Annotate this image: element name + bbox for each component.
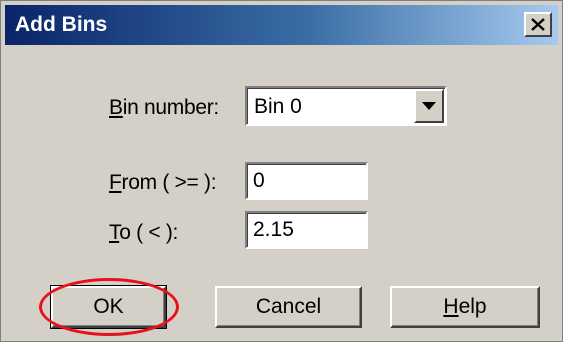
bin-number-value: Bin 0 [254, 95, 302, 118]
help-accel: H [443, 295, 459, 318]
dialog-title: Add Bins [15, 13, 108, 36]
help-button[interactable]: Help [390, 286, 540, 328]
bin-number-dropdown-button[interactable] [414, 89, 444, 123]
bin-number-select[interactable]: Bin 0 [245, 86, 447, 126]
dropdown-arrow-icon [422, 102, 436, 110]
bin-number-label-text: in number: [122, 96, 220, 119]
to-input[interactable]: 2.15 [245, 211, 368, 249]
help-label-text: elp [458, 295, 487, 318]
ok-highlight-annotation [39, 278, 179, 336]
bin-number-accel: B [109, 96, 123, 119]
close-icon [531, 18, 545, 31]
from-accel: F [109, 171, 122, 194]
to-label: To ( < ): [109, 221, 178, 245]
to-label-text: o ( < ): [119, 221, 179, 244]
title-bar[interactable]: Add Bins [5, 5, 558, 45]
to-accel: T [109, 221, 120, 244]
from-label-text: rom ( >= ): [121, 171, 217, 194]
from-input[interactable]: 0 [245, 162, 368, 200]
from-label: From ( >= ): [109, 171, 217, 195]
close-button[interactable] [524, 12, 552, 37]
cancel-button[interactable]: Cancel [215, 286, 362, 328]
bin-number-label: Bin number: [109, 96, 219, 120]
add-bins-dialog: Add Bins Bin number: Bin 0 From ( >= ): … [0, 0, 563, 342]
